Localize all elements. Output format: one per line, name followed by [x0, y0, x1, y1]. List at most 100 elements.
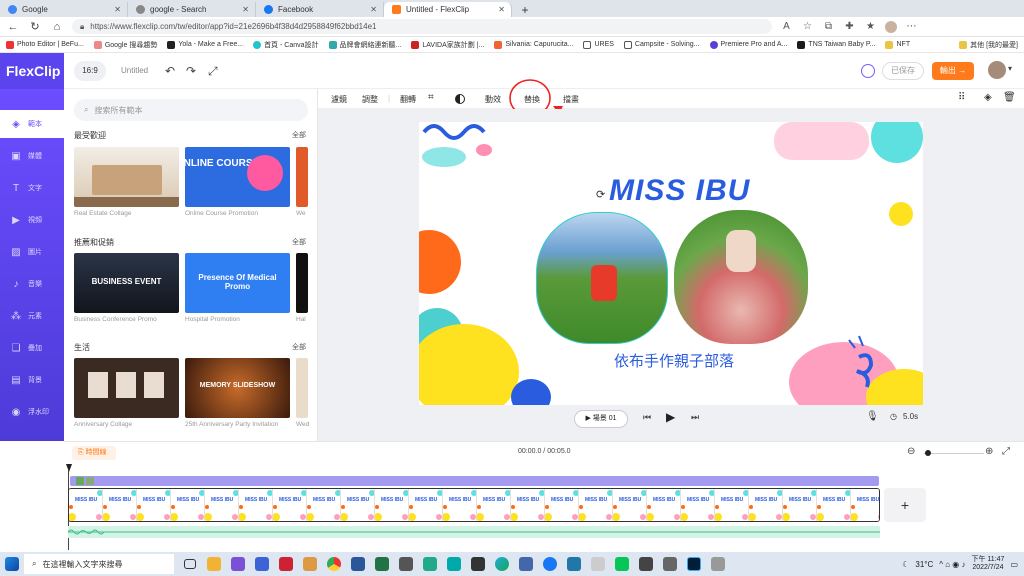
app-icon[interactable] [660, 554, 680, 574]
sidebar-item-elements[interactable]: ⁂ 元素 [0, 302, 64, 330]
app-icon[interactable] [252, 554, 272, 574]
other-bookmarks[interactable]: 其他 [我的最愛] [959, 40, 1018, 50]
chevron-down-icon[interactable]: ▾ [1008, 64, 1012, 73]
edge-icon[interactable] [492, 554, 512, 574]
next-icon[interactable]: ⏭ [691, 412, 699, 423]
canvas-headline[interactable]: MISS IBU [609, 174, 750, 208]
bookmark-item[interactable]: Google 搜尋趨勢 [93, 40, 157, 50]
template-thumb-real-estate[interactable] [74, 147, 179, 207]
template-thumb-anniversary[interactable] [74, 358, 179, 418]
bookmark-item[interactable]: Yola - Make a Free... [167, 40, 243, 49]
audio-track[interactable] [67, 526, 880, 538]
favorites-icon[interactable]: ★ [864, 20, 877, 33]
read-aloud-icon[interactable]: A [780, 20, 793, 33]
timeline-toggle[interactable]: ⎘ 時間線 [72, 446, 116, 460]
sidebar-item-overlay[interactable]: ❏ 疊加 [0, 334, 64, 362]
add-scene-button[interactable]: + [884, 488, 926, 522]
home-icon[interactable]: ⌂ [50, 21, 64, 33]
bookmark-item[interactable]: Silvania: Capurucita... [494, 40, 573, 49]
undo-icon[interactable]: ↶ [165, 64, 175, 78]
redo-icon[interactable]: ↷ [186, 64, 196, 78]
avatar[interactable] [988, 61, 1006, 79]
rotate-handle-icon[interactable]: ⟳ [596, 188, 605, 201]
facebook-icon[interactable] [540, 554, 560, 574]
template-thumb-partial[interactable] [296, 358, 308, 418]
sidebar-item-video[interactable]: ▶ 視頻 [0, 206, 64, 234]
browser-tab-google[interactable]: Google ✕ [0, 2, 128, 17]
bookmark-item[interactable]: TNS Taiwan Baby P... [797, 40, 875, 49]
new-tab-button[interactable]: + [516, 3, 534, 17]
template-thumb-partial[interactable] [296, 253, 308, 313]
app-icon[interactable] [420, 554, 440, 574]
overlay-track[interactable] [70, 476, 879, 486]
export-button[interactable]: 輸出 → [932, 62, 974, 80]
back-icon[interactable]: ← [6, 21, 20, 33]
flip-button[interactable]: 翻轉 [400, 94, 416, 105]
playhead[interactable] [66, 464, 72, 472]
zoom-out-icon[interactable]: ⊖ [907, 446, 915, 457]
chat-icon[interactable] [861, 64, 875, 78]
bookmark-item[interactable]: NFT [885, 40, 910, 49]
project-title[interactable]: Untitled [121, 66, 148, 75]
taskview-icon[interactable] [180, 554, 200, 574]
view-all-link[interactable]: 全部 [292, 237, 306, 247]
browser-tab-facebook[interactable]: Facebook ✕ [256, 2, 384, 17]
line-icon[interactable] [612, 554, 632, 574]
aspect-ratio-button[interactable]: 16:9 [74, 61, 106, 81]
previous-icon[interactable]: ⏮ [643, 412, 651, 423]
extensions-icon[interactable]: ✚ [843, 20, 856, 33]
bookmark-item[interactable]: LAVIDA家族計劃 |... [411, 40, 484, 50]
scene-button[interactable]: ▶ 場景 01 [574, 410, 628, 428]
app-icon[interactable] [348, 554, 368, 574]
clock[interactable]: 下午 11:47 2022/7/24 [971, 556, 1004, 572]
zoom-handle[interactable] [925, 450, 931, 456]
scene-duration[interactable]: 5.0s [903, 412, 918, 421]
photo-frame-left[interactable] [536, 212, 668, 344]
app-icon[interactable] [396, 554, 416, 574]
reload-icon[interactable]: ↻ [28, 20, 42, 33]
microphone-icon[interactable]: 🎙︎ [866, 411, 879, 422]
sidebar-item-text[interactable]: T 文字 [0, 174, 64, 202]
url-field[interactable]: 🔒︎ https://www.flexclip.com/tw/editor/app… [72, 19, 772, 34]
app-icon[interactable] [468, 554, 488, 574]
layers-icon[interactable]: ◈ [984, 92, 992, 103]
app-icon[interactable] [564, 554, 584, 574]
sidebar-item-image[interactable]: ▨ 圖片 [0, 238, 64, 266]
app-icon[interactable] [204, 554, 224, 574]
tray-icons[interactable]: ^ ⌂ ◉ ♪ [939, 560, 965, 569]
adjust-button[interactable]: 調整 [362, 94, 378, 105]
app-icon[interactable] [372, 554, 392, 574]
bookmark-item[interactable]: Campsite - Solving... [623, 40, 700, 49]
weather-temp[interactable]: 31°C [915, 560, 933, 569]
video-track-clip[interactable]: MISS IBU [68, 488, 880, 522]
sidebar-item-media[interactable]: ▣ 媒體 [0, 142, 64, 170]
sidebar-item-background[interactable]: ▤ 背景 [0, 366, 64, 394]
bookmark-item[interactable]: Premiere Pro and A... [709, 40, 787, 49]
profile-icon[interactable] [885, 20, 897, 33]
browser-tab-search[interactable]: google - Search ✕ [128, 2, 256, 17]
fit-icon[interactable]: ⤢ [1002, 446, 1010, 457]
close-icon[interactable]: ✕ [498, 5, 505, 14]
crop-icon[interactable]: ⌗ [428, 92, 434, 103]
chrome-icon[interactable] [324, 554, 344, 574]
close-icon[interactable]: ✕ [114, 5, 121, 14]
opacity-icon[interactable] [455, 94, 465, 104]
sidebar-item-music[interactable]: ♪ 音樂 [0, 270, 64, 298]
template-thumb-memory-slideshow[interactable]: MEMORY SLIDESHOW [185, 358, 290, 418]
bookmark-item[interactable]: URES [583, 40, 614, 49]
favorite-star-icon[interactable]: ☆ [801, 20, 814, 33]
flexclip-logo[interactable]: FlexClip [6, 63, 60, 79]
app-icon[interactable] [444, 554, 464, 574]
bookmark-item[interactable]: 品牌會網絡連新聽... [328, 40, 401, 50]
close-icon[interactable]: ✕ [370, 5, 377, 14]
app-icon[interactable] [228, 554, 248, 574]
app-icon[interactable] [636, 554, 656, 574]
app-icon[interactable] [300, 554, 320, 574]
play-icon[interactable]: ▶ [666, 410, 675, 424]
start-button[interactable] [2, 554, 22, 574]
motion-button[interactable]: 動效 [485, 94, 501, 105]
photoshop-icon[interactable] [684, 554, 704, 574]
template-thumb-online-course[interactable]: ONLINE COURSE [185, 147, 290, 207]
taskbar-search[interactable]: ⌕ 在這裡輸入文字來搜尋 [24, 554, 174, 574]
sidebar-item-watermark[interactable]: ◉ 浮水印 [0, 398, 64, 426]
